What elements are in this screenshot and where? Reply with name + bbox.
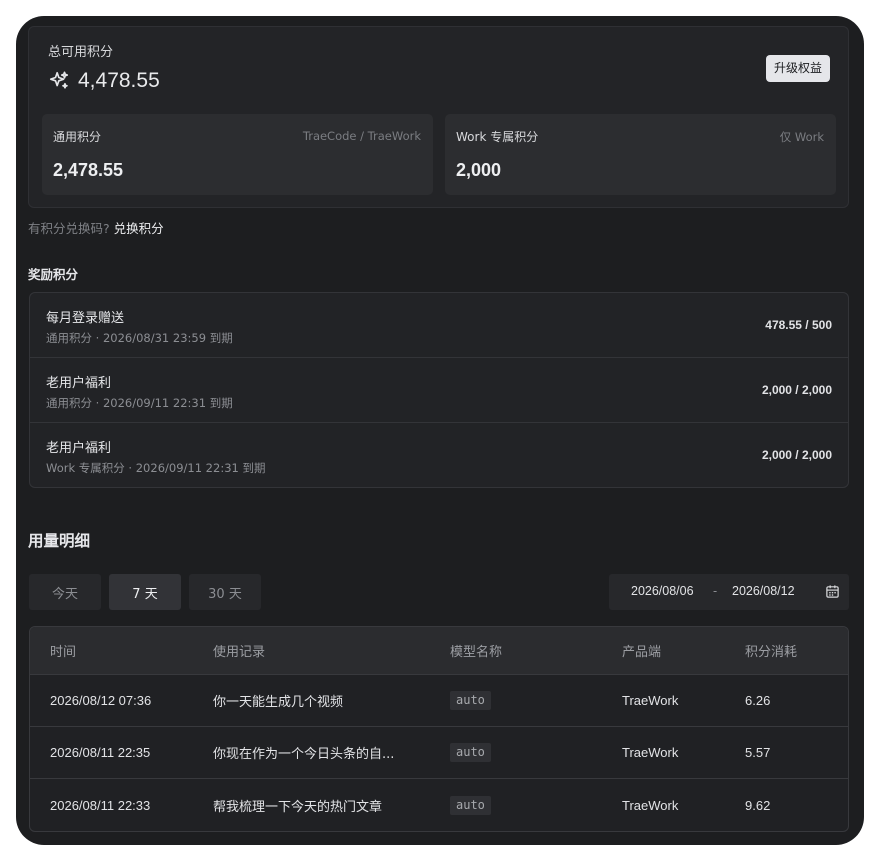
row-model: auto [450,675,491,726]
table-row[interactable]: 2026/08/12 07:36 你一天能生成几个视频 auto TraeWor… [30,675,848,727]
total-credits-value: 4,478.55 [78,69,160,92]
reward-item: 每月登录赠送 通用积分 · 2026/08/31 23:59 到期 478.55… [30,293,848,358]
reward-amount: 2,000 / 2,000 [761,383,832,397]
model-chip: auto [450,691,491,710]
general-credits-value: 2,478.55 [53,160,124,180]
row-time: 2026/08/11 22:33 [50,797,151,813]
total-credits-label: 总可用积分 [48,45,114,60]
column-header-time: 时间 [50,645,77,660]
total-credits: 4,478.55 [48,69,160,93]
row-time: 2026/08/12 07:36 [50,693,152,708]
row-model: auto [450,779,491,831]
row-record: 你一天能生成几个视频 [213,695,344,710]
calendar-icon[interactable] [825,584,840,599]
general-credits-note: TraeCode / TraeWork [302,129,421,143]
general-credits-title: 通用积分 [53,130,102,144]
row-record: 帮我梳理一下今天的热门文章 [213,799,383,815]
redeem-line: 有积分兑换码? 兑换积分 [28,218,164,237]
row-record: 你现在作为一个今日头条的自... [213,747,395,762]
credits-summary-card: 总可用积分 4,478.55 升级权益 通用积分 TraeCode / Trae… [28,26,849,208]
reward-amount: 478.55 / 500 [765,318,832,332]
column-header-record: 使用记录 [213,645,266,660]
usage-table: 时间 使用记录 模型名称 产品端 积分消耗 2026/08/12 07:36 你… [29,626,849,832]
column-header-cost: 积分消耗 [745,645,798,660]
reward-item: 老用户福利 通用积分 · 2026/09/11 22:31 到期 2,000 /… [30,358,848,423]
reward-meta: 通用积分 · 2026/08/31 23:59 到期 [46,331,233,345]
row-model: auto [450,727,491,778]
column-header-model: 模型名称 [450,645,503,660]
rewards-list: 每月登录赠送 通用积分 · 2026/08/31 23:59 到期 478.55… [29,292,849,488]
sparkle-icon [49,71,69,89]
credits-panel: 总可用积分 4,478.55 升级权益 通用积分 TraeCode / Trae… [16,16,864,845]
tab-7-days[interactable]: 7 天 [109,574,181,610]
row-cost: 6.26 [745,693,771,708]
model-chip: auto [450,795,491,815]
date-range-end[interactable]: 2026/08/12 [732,584,795,598]
tab-today[interactable]: 今天 [29,574,101,610]
row-product: TraeWork [622,693,679,708]
upgrade-benefits-button[interactable]: 升级权益 [765,55,830,82]
redeem-prompt: 有积分兑换码? [28,221,110,236]
usage-title: 用量明细 [28,532,91,550]
work-credits-title: Work 专属积分 [456,130,539,144]
reward-meta: 通用积分 · 2026/09/11 22:31 到期 [46,396,233,410]
reward-name: 老用户福利 [46,376,112,391]
reward-name: 每月登录赠送 [46,311,125,326]
reward-item: 老用户福利 Work 专属积分 · 2026/09/11 22:31 到期 2,… [30,423,848,487]
table-row[interactable]: 2026/08/11 22:33 帮我梳理一下今天的热门文章 auto Trae… [30,779,848,831]
redeem-credits-link[interactable]: 兑换积分 [114,221,164,236]
table-row[interactable]: 2026/08/11 22:35 你现在作为一个今日头条的自... auto T… [30,727,848,779]
row-product: TraeWork [622,797,679,813]
reward-amount: 2,000 / 2,000 [761,448,832,462]
reward-meta: Work 专属积分 · 2026/09/11 22:31 到期 [46,461,266,475]
column-header-product: 产品端 [622,645,662,660]
date-range-separator: - [713,584,718,598]
row-product: TraeWork [622,745,679,760]
tab-30-days[interactable]: 30 天 [189,574,261,610]
model-chip: auto [450,743,491,762]
row-cost: 9.62 [745,797,771,813]
work-credits-value: 2,000 [456,160,502,180]
reward-name: 老用户福利 [46,441,112,456]
work-credits-card: Work 专属积分 仅 Work 2,000 [445,114,836,195]
row-cost: 5.57 [745,745,771,760]
work-credits-note: 仅 Work [779,130,824,144]
general-credits-card: 通用积分 TraeCode / TraeWork 2,478.55 [42,114,433,195]
date-range-picker[interactable]: 2026/08/06 - 2026/08/12 [609,574,849,610]
table-header: 时间 使用记录 模型名称 产品端 积分消耗 [30,627,848,675]
rewards-title: 奖励积分 [28,267,79,282]
row-time: 2026/08/11 22:35 [50,745,151,760]
date-range-start[interactable]: 2026/08/06 [631,584,694,598]
